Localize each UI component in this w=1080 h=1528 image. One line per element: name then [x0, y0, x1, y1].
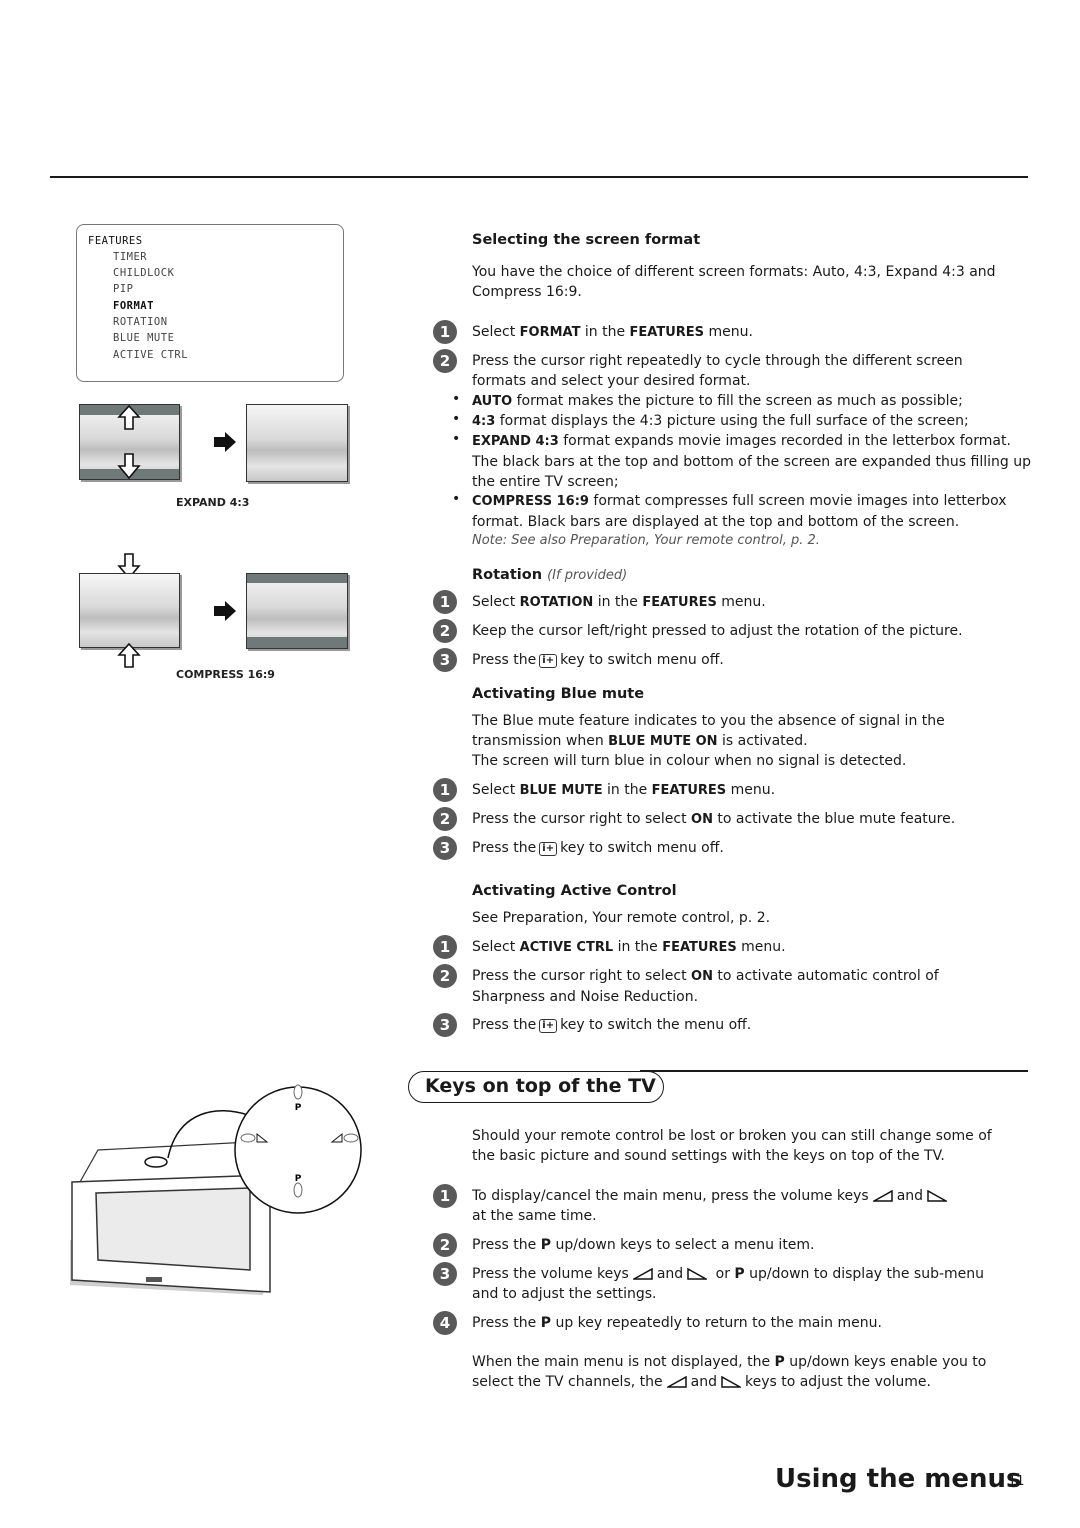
info-key-icon: i+ [539, 842, 558, 856]
bullet-icon: • [452, 491, 461, 507]
menu-title: FEATURES [88, 235, 143, 247]
compress-after-screen [246, 573, 348, 649]
tv-screen [95, 1187, 251, 1271]
volume-up-icon [872, 1190, 893, 1202]
rotation-step-1: Select ROTATION in the FEATURES menu. [472, 594, 766, 610]
blue-mute-step-2: Press the cursor right to select ON to a… [472, 811, 956, 827]
step-number-2: 2 [433, 1233, 457, 1257]
keys-on-top-intro: Should your remote control be lost or br… [472, 1128, 992, 1164]
footer-section-title: Using the menus [775, 1464, 1022, 1494]
heading-blue-mute: Activating Blue mute [472, 686, 645, 702]
bullet-icon: • [452, 391, 461, 407]
active-control-step-3: Press the i+ key to switch the menu off. [472, 1017, 752, 1033]
screen-format-step-2: Press the cursor right repeatedly to cyc… [472, 353, 963, 389]
step-number-1: 1 [433, 590, 457, 614]
active-control-step-2: Press the cursor right to select ON to a… [472, 968, 939, 1005]
step-number-1: 1 [433, 320, 457, 344]
screen-format-note: Note: See also Preparation, Your remote … [472, 533, 820, 548]
keys-step-4: Press the P up key repeatedly to return … [472, 1315, 882, 1331]
blue-mute-step-1: Select BLUE MUTE in the FEATURES menu. [472, 782, 776, 798]
step-number-1: 1 [433, 1184, 457, 1208]
keys-step-1: To display/cancel the main menu, press t… [472, 1186, 962, 1226]
step-number-1: 1 [433, 778, 457, 802]
features-menu-panel: FEATURES TIMER CHILDLOCK PIP FORMAT ROTA… [76, 224, 344, 382]
tv-logo [146, 1277, 162, 1282]
step-number-2: 2 [433, 964, 457, 988]
keys-step-2: Press the P up/down keys to select a men… [472, 1237, 815, 1253]
heading-active-control: Activating Active Control [472, 883, 677, 899]
info-key-icon: i+ [539, 654, 558, 668]
step-number-4: 4 [433, 1311, 457, 1335]
compress-caption: COMPRESS 16:9 [176, 668, 275, 681]
volume-down-icon [687, 1268, 708, 1280]
screen-format-step-1: Select FORMAT in the FEATURES menu. [472, 324, 753, 340]
blue-mute-step-3: Press the i+ key to switch menu off. [472, 840, 724, 856]
tv-keys-location [144, 1156, 168, 1168]
active-control-intro: See Preparation, Your remote control, p.… [472, 910, 771, 926]
bullet-compress: COMPRESS 16:9 format compresses full scr… [472, 493, 1007, 530]
bullet-auto: AUTO format makes the picture to fill th… [472, 393, 963, 409]
section-rule [640, 1070, 1028, 1072]
arrow-right-icon [214, 432, 236, 452]
bullet-icon: • [452, 431, 461, 447]
volume-down-icon [927, 1190, 948, 1202]
volume-down-icon [721, 1376, 741, 1388]
step-number-2: 2 [433, 619, 457, 643]
heading-screen-format: Selecting the screen format [472, 232, 701, 248]
bullet-4-3: 4:3 format displays the 4:3 picture usin… [472, 413, 969, 429]
step-number-3: 3 [433, 836, 457, 860]
step-number-3: 3 [433, 1262, 457, 1286]
menu-item-pip: PIP [113, 283, 134, 295]
step-number-3: 3 [433, 1013, 457, 1037]
screen-format-intro: You have the choice of different screen … [472, 264, 996, 300]
arrow-down-icon [117, 453, 141, 479]
top-rule [50, 176, 1028, 178]
menu-item-blue-mute: BLUE MUTE [113, 332, 175, 344]
rotation-step-2: Keep the cursor left/right pressed to ad… [472, 623, 963, 639]
info-key-icon: i+ [539, 1019, 558, 1033]
compress-before-screen [79, 573, 180, 648]
expand-after-screen [246, 404, 348, 482]
page-number: 11 [1008, 1474, 1025, 1489]
blue-mute-intro-2: The screen will turn blue in colour when… [472, 753, 907, 769]
p-up-key-icon [293, 1084, 303, 1100]
menu-item-childlock: CHILDLOCK [113, 267, 175, 279]
step-number-3: 3 [433, 648, 457, 672]
menu-item-active-ctrl: ACTIVE CTRL [113, 349, 189, 361]
arrow-up-icon [117, 405, 141, 430]
volume-up-icon [666, 1376, 687, 1388]
keys-step-3: Press the volume keys and or P up/down to… [472, 1266, 985, 1302]
p-down-key-icon [293, 1182, 303, 1198]
arrow-up-icon [117, 643, 141, 668]
heading-rotation: Rotation (If provided) [472, 567, 628, 583]
menu-item-timer: TIMER [113, 251, 148, 263]
volume-up-icon [632, 1268, 653, 1280]
volume-down-key-icon [240, 1133, 256, 1143]
step-number-2: 2 [433, 807, 457, 831]
expand-caption: EXPAND 4:3 [176, 496, 250, 509]
blue-mute-intro: The Blue mute feature indicates to you t… [472, 713, 945, 749]
bullet-icon: • [452, 411, 461, 427]
rotation-step-3: Press the i+ key to switch menu off. [472, 652, 724, 668]
step-number-2: 2 [433, 349, 457, 373]
arrow-right-icon [214, 601, 236, 621]
menu-item-rotation: ROTATION [113, 316, 168, 328]
keys-outro: When the main menu is not displayed, the… [472, 1354, 987, 1390]
tv-illustration: P P [70, 1084, 362, 1295]
p-down-label: P [295, 1174, 302, 1184]
letterbox-bar-bottom [247, 637, 347, 648]
volume-up-key-icon [343, 1133, 359, 1143]
step-number-1: 1 [433, 935, 457, 959]
section-title-keys-on-top: Keys on top of the TV [408, 1071, 664, 1103]
letterbox-bar-top [247, 574, 347, 583]
p-up-label: P [295, 1103, 302, 1113]
menu-item-format: FORMAT [113, 300, 154, 312]
active-control-step-1: Select ACTIVE CTRL in the FEATURES menu. [472, 939, 786, 955]
bullet-expand: EXPAND 4:3 format expands movie images r… [472, 433, 1031, 490]
